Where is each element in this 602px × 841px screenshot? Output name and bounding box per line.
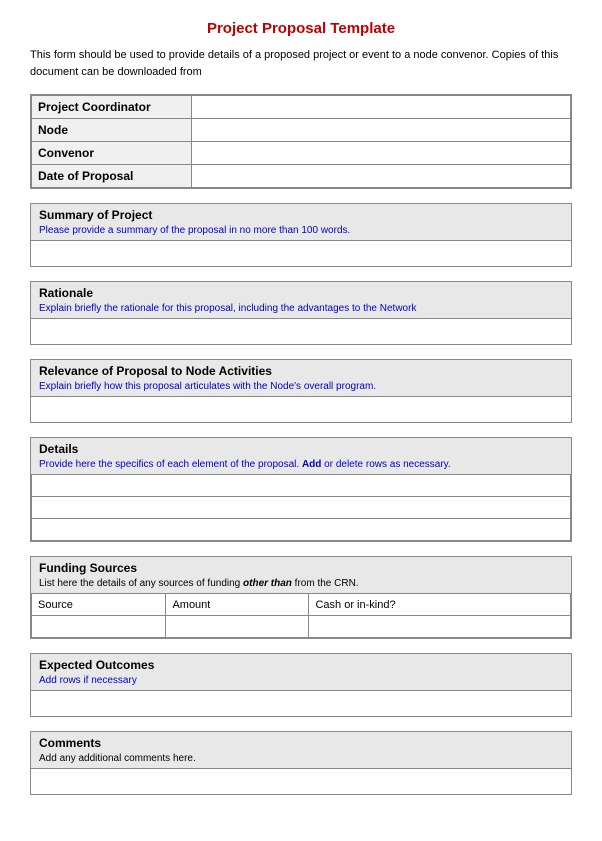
convenor-value[interactable] [192, 142, 571, 165]
comments-header: Comments Add any additional comments her… [31, 732, 571, 768]
rationale-text-area[interactable] [31, 318, 571, 344]
funding-cash-header: Cash or in-kind? [309, 594, 571, 616]
outcomes-sub: Add rows if necessary [39, 675, 137, 686]
relevance-sub: Explain briefly how this proposal articu… [39, 381, 376, 392]
funding-amount-header: Amount [166, 594, 309, 616]
date-of-proposal-label: Date of Proposal [32, 165, 192, 188]
details-sub: Provide here the specifics of each eleme… [39, 459, 451, 470]
node-label: Node [32, 119, 192, 142]
table-row [32, 497, 571, 519]
relevance-header: Relevance of Proposal to Node Activities… [31, 360, 571, 396]
funding-cash-value[interactable] [309, 616, 571, 638]
convenor-label: Convenor [32, 142, 192, 165]
table-row [32, 616, 571, 638]
date-of-proposal-value[interactable] [192, 165, 571, 188]
funding-table: Source Amount Cash or in-kind? [31, 593, 571, 638]
funding-section: Funding Sources List here the details of… [30, 556, 572, 639]
details-header: Details Provide here the specifics of ea… [31, 438, 571, 474]
info-section: Project Coordinator Node Convenor Date o… [30, 94, 572, 189]
details-row-1[interactable] [32, 475, 571, 497]
rationale-header: Rationale Explain briefly the rationale … [31, 282, 571, 318]
table-row [32, 519, 571, 541]
comments-text-area[interactable] [31, 768, 571, 794]
node-value[interactable] [192, 119, 571, 142]
relevance-text-area[interactable] [31, 396, 571, 422]
details-row-2[interactable] [32, 497, 571, 519]
intro-text: This form should be used to provide deta… [30, 47, 572, 80]
outcomes-section: Expected Outcomes Add rows if necessary [30, 653, 572, 717]
summary-header: Summary of Project Please provide a summ… [31, 204, 571, 240]
funding-source-header: Source [32, 594, 166, 616]
rationale-sub: Explain briefly the rationale for this p… [39, 303, 416, 314]
comments-sub: Add any additional comments here. [39, 753, 196, 764]
summary-sub: Please provide a summary of the proposal… [39, 225, 350, 236]
summary-section: Summary of Project Please provide a summ… [30, 203, 572, 267]
comments-section: Comments Add any additional comments her… [30, 731, 572, 795]
table-row: Convenor [32, 142, 571, 165]
funding-source-value[interactable] [32, 616, 166, 638]
outcomes-header: Expected Outcomes Add rows if necessary [31, 654, 571, 690]
funding-amount-value[interactable] [166, 616, 309, 638]
relevance-section: Relevance of Proposal to Node Activities… [30, 359, 572, 423]
table-row: Node [32, 119, 571, 142]
table-row: Date of Proposal [32, 165, 571, 188]
table-row: Project Coordinator [32, 96, 571, 119]
funding-sub: List here the details of any sources of … [39, 578, 359, 589]
project-coordinator-label: Project Coordinator [32, 96, 192, 119]
table-row [32, 475, 571, 497]
outcomes-text-area[interactable] [31, 690, 571, 716]
funding-header: Funding Sources List here the details of… [31, 557, 571, 593]
project-coordinator-value[interactable] [192, 96, 571, 119]
page-title: Project Proposal Template [30, 20, 572, 37]
details-section: Details Provide here the specifics of ea… [30, 437, 572, 542]
summary-text-area[interactable] [31, 240, 571, 266]
details-row-3[interactable] [32, 519, 571, 541]
details-table [31, 474, 571, 541]
table-row: Source Amount Cash or in-kind? [32, 594, 571, 616]
rationale-section: Rationale Explain briefly the rationale … [30, 281, 572, 345]
info-table: Project Coordinator Node Convenor Date o… [31, 95, 571, 188]
